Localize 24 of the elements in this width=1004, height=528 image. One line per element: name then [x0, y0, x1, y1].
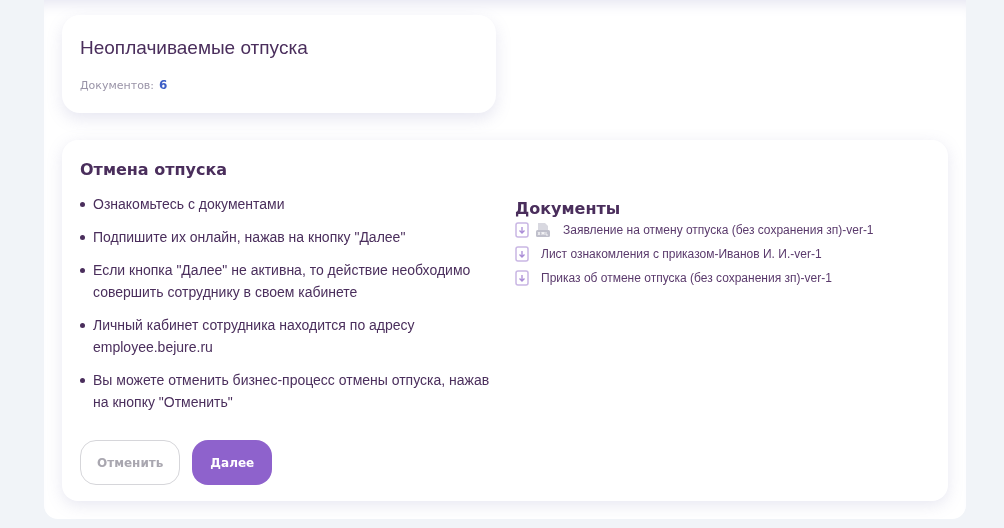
- document-link[interactable]: Заявление на отмену отпуска (без сохранения зп)-ver-1: [563, 223, 874, 237]
- instruction-text: Ознакомьтесь с документами: [93, 195, 285, 214]
- instruction-text: Вы можете отменить бизнес-процесс отмены отпуска, нажав на кнопку "Отменить": [93, 371, 491, 412]
- category-card[interactable]: Неоплачиваемые отпуска Документов: 6: [62, 15, 496, 113]
- bullet-icon: [80, 202, 85, 207]
- instruction-text: Подпишите их онлайн, нажав на кнопку "Далее": [93, 228, 406, 247]
- card-title: Неоплачиваемые отпуска: [80, 37, 308, 59]
- bullet-icon: [80, 323, 85, 328]
- bullet-icon: [80, 378, 85, 383]
- bullet-icon: [80, 268, 85, 273]
- document-link[interactable]: Приказ об отмене отпуска (без сохранения зп)-ver-1: [541, 271, 832, 285]
- next-button[interactable]: Далее: [192, 440, 273, 485]
- documents-title: Документы: [515, 199, 621, 218]
- document-download-icon[interactable]: [515, 246, 529, 262]
- document-link[interactable]: Лист ознакомления с приказом-Иванов И. И.-ver-1: [541, 247, 822, 261]
- documents-count: 6: [159, 78, 168, 92]
- bullet-icon: [80, 235, 85, 240]
- document-download-icon[interactable]: [515, 222, 529, 238]
- instruction-text: Если кнопка "Далее" не активна, то действие необходимо совершить сотруднику в своем кабинете: [93, 261, 472, 302]
- xml-file-icon[interactable]: [535, 222, 551, 238]
- process-title: Отмена отпуска: [80, 160, 228, 179]
- documents-count-label: Документов:: [80, 79, 155, 92]
- instruction-text: Личный кабинет сотрудника находится по адресу employee.bejure.ru: [93, 316, 416, 357]
- document-download-icon[interactable]: [515, 270, 529, 286]
